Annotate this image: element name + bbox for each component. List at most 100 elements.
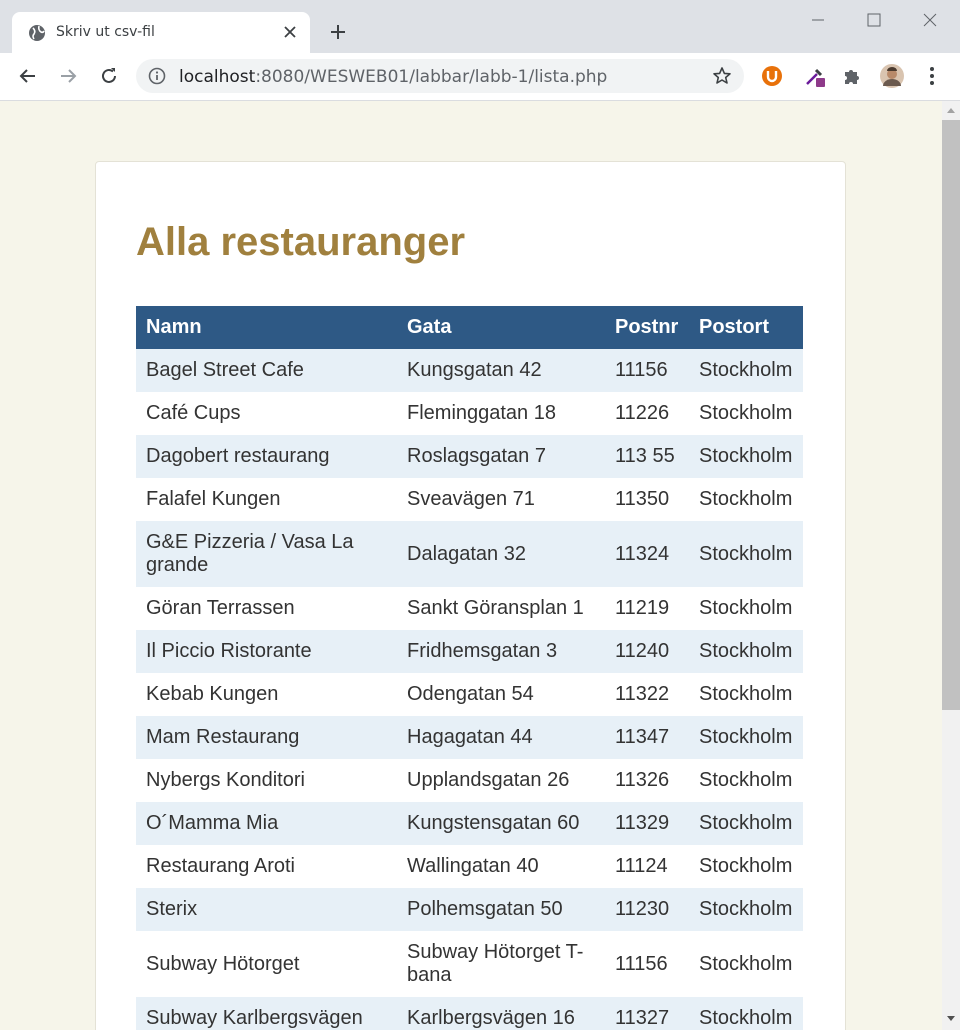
cell-gata: Upplandsgatan 26 xyxy=(397,759,605,802)
cell-postort: Stockholm xyxy=(689,478,803,521)
cell-postort: Stockholm xyxy=(689,673,803,716)
table-row: Restaurang Aroti Wallingatan 40 11124 Stock… xyxy=(136,845,803,888)
tab-title: Skriv ut csv-fil xyxy=(56,24,155,40)
url-path: :8080/WESWEB01/labbar/labb-1/lista.php xyxy=(255,67,608,87)
column-header-postnr: Postnr xyxy=(605,306,689,349)
cell-postort: Stockholm xyxy=(689,931,803,997)
cell-namn: Nybergs Konditori xyxy=(136,759,397,802)
cell-namn: Restaurang Aroti xyxy=(136,845,397,888)
table-row: Bagel Street Cafe Kungsgatan 42 11156 Stock… xyxy=(136,349,803,392)
cell-gata: Odengatan 54 xyxy=(397,673,605,716)
cell-postnr: 11347 xyxy=(605,716,689,759)
table-row: Il Piccio Ristorante Fridhemsgatan 3 11240… xyxy=(136,630,803,673)
table-row: Café Cups Fleminggatan 18 11226 Stockholm xyxy=(136,392,803,435)
puzzle-extensions-icon[interactable] xyxy=(840,64,864,88)
table-row: Göran Terrassen Sankt Göransplan 1 11219 St… xyxy=(136,587,803,630)
cell-postnr: 11240 xyxy=(605,630,689,673)
column-header-gata: Gata xyxy=(397,306,605,349)
cell-postnr: 11156 xyxy=(605,349,689,392)
globe-icon xyxy=(29,25,45,41)
column-header-postort: Postort xyxy=(689,306,803,349)
cell-postnr: 11226 xyxy=(605,392,689,435)
cell-postort: Stockholm xyxy=(689,521,803,587)
cell-namn: Sterix xyxy=(136,888,397,931)
info-icon[interactable] xyxy=(148,67,166,85)
close-tab-icon[interactable] xyxy=(282,24,298,40)
ublock-extension-icon[interactable] xyxy=(760,64,784,88)
maximize-icon[interactable] xyxy=(864,10,884,30)
scroll-down-arrow-icon[interactable] xyxy=(946,1013,956,1023)
cell-postnr: 11329 xyxy=(605,802,689,845)
reload-icon[interactable] xyxy=(98,65,120,87)
cell-gata: Polhemsgatan 50 xyxy=(397,888,605,931)
cell-postnr: 113 55 xyxy=(605,435,689,478)
cell-postort: Stockholm xyxy=(689,997,803,1030)
url-host: localhost xyxy=(179,67,256,87)
table-row: G&E Pizzeria / Vasa La grande Dalagatan 3… xyxy=(136,521,803,587)
cell-postort: Stockholm xyxy=(689,630,803,673)
table-row: Falafel Kungen Sveavägen 71 11350 Stockholm xyxy=(136,478,803,521)
cell-postort: Stockholm xyxy=(689,435,803,478)
cell-postnr: 11230 xyxy=(605,888,689,931)
restaurant-table: Namn Gata Postnr Postort Bagel Street Ca… xyxy=(136,306,803,1030)
cell-gata: Dalagatan 32 xyxy=(397,521,605,587)
forward-arrow-icon[interactable] xyxy=(57,65,79,87)
url-text[interactable]: localhost:8080/WESWEB01/labbar/labb-1/li… xyxy=(179,67,607,87)
close-window-icon[interactable] xyxy=(920,10,940,30)
cell-postort: Stockholm xyxy=(689,587,803,630)
content-card: Alla restauranger Namn Gata Postnr Posto… xyxy=(95,161,846,1030)
cell-postnr: 11124 xyxy=(605,845,689,888)
cell-postnr: 11322 xyxy=(605,673,689,716)
cell-gata: Hagagatan 44 xyxy=(397,716,605,759)
cell-postnr: 11350 xyxy=(605,478,689,521)
browser-tab[interactable]: Skriv ut csv-fil xyxy=(12,12,310,53)
cell-namn: G&E Pizzeria / Vasa La grande xyxy=(136,521,397,587)
table-row: Mam Restaurang Hagagatan 44 11347 Stockholm xyxy=(136,716,803,759)
back-arrow-icon[interactable] xyxy=(17,65,39,87)
cell-namn: Kebab Kungen xyxy=(136,673,397,716)
cell-postort: Stockholm xyxy=(689,716,803,759)
scrollbar-thumb[interactable] xyxy=(942,120,960,710)
table-row: Subway Karlbergsvägen Karlbergsvägen 16 11… xyxy=(136,997,803,1030)
profile-avatar-icon[interactable] xyxy=(880,64,904,88)
cell-gata: Kungsgatan 42 xyxy=(397,349,605,392)
cell-namn: Falafel Kungen xyxy=(136,478,397,521)
cell-namn: Göran Terrassen xyxy=(136,587,397,630)
table-row: O´Mamma Mia Kungstensgatan 60 11329 Stockho… xyxy=(136,802,803,845)
scroll-up-arrow-icon[interactable] xyxy=(946,106,956,116)
cell-postnr: 11324 xyxy=(605,521,689,587)
cell-postnr: 11156 xyxy=(605,931,689,997)
cell-namn: Subway Karlbergsvägen xyxy=(136,997,397,1030)
cell-namn: Il Piccio Ristorante xyxy=(136,630,397,673)
cell-postort: Stockholm xyxy=(689,392,803,435)
minimize-icon[interactable] xyxy=(808,10,828,30)
table-row: Subway Hötorget Subway Hötorget T-bana 111… xyxy=(136,931,803,997)
cell-gata: Fleminggatan 18 xyxy=(397,392,605,435)
eyedropper-extension-icon[interactable] xyxy=(803,64,827,88)
page-title: Alla restauranger xyxy=(136,220,466,264)
new-tab-icon[interactable] xyxy=(328,22,348,42)
table-row: Sterix Polhemsgatan 50 11230 Stockholm xyxy=(136,888,803,931)
cell-postnr: 11219 xyxy=(605,587,689,630)
table-row: Nybergs Konditori Upplandsgatan 26 11326 St… xyxy=(136,759,803,802)
address-bar[interactable]: localhost:8080/WESWEB01/labbar/labb-1/li… xyxy=(136,59,744,93)
cell-gata: Subway Hötorget T-bana xyxy=(397,931,605,997)
cell-namn: Café Cups xyxy=(136,392,397,435)
tab-strip: Skriv ut csv-fil xyxy=(0,0,960,53)
menu-kebab-icon[interactable] xyxy=(920,64,944,88)
cell-postnr: 11326 xyxy=(605,759,689,802)
cell-namn: Subway Hötorget xyxy=(136,931,397,997)
table-header-row: Namn Gata Postnr Postort xyxy=(136,306,803,349)
cell-postort: Stockholm xyxy=(689,888,803,931)
cell-namn: Mam Restaurang xyxy=(136,716,397,759)
browser-toolbar: localhost:8080/WESWEB01/labbar/labb-1/li… xyxy=(0,53,960,101)
cell-gata: Sveavägen 71 xyxy=(397,478,605,521)
cell-gata: Sankt Göransplan 1 xyxy=(397,587,605,630)
cell-postort: Stockholm xyxy=(689,802,803,845)
cell-gata: Wallingatan 40 xyxy=(397,845,605,888)
cell-postnr: 11327 xyxy=(605,997,689,1030)
bookmark-star-icon[interactable] xyxy=(712,66,732,86)
cell-gata: Kungstensgatan 60 xyxy=(397,802,605,845)
column-header-namn: Namn xyxy=(136,306,397,349)
cell-postort: Stockholm xyxy=(689,759,803,802)
